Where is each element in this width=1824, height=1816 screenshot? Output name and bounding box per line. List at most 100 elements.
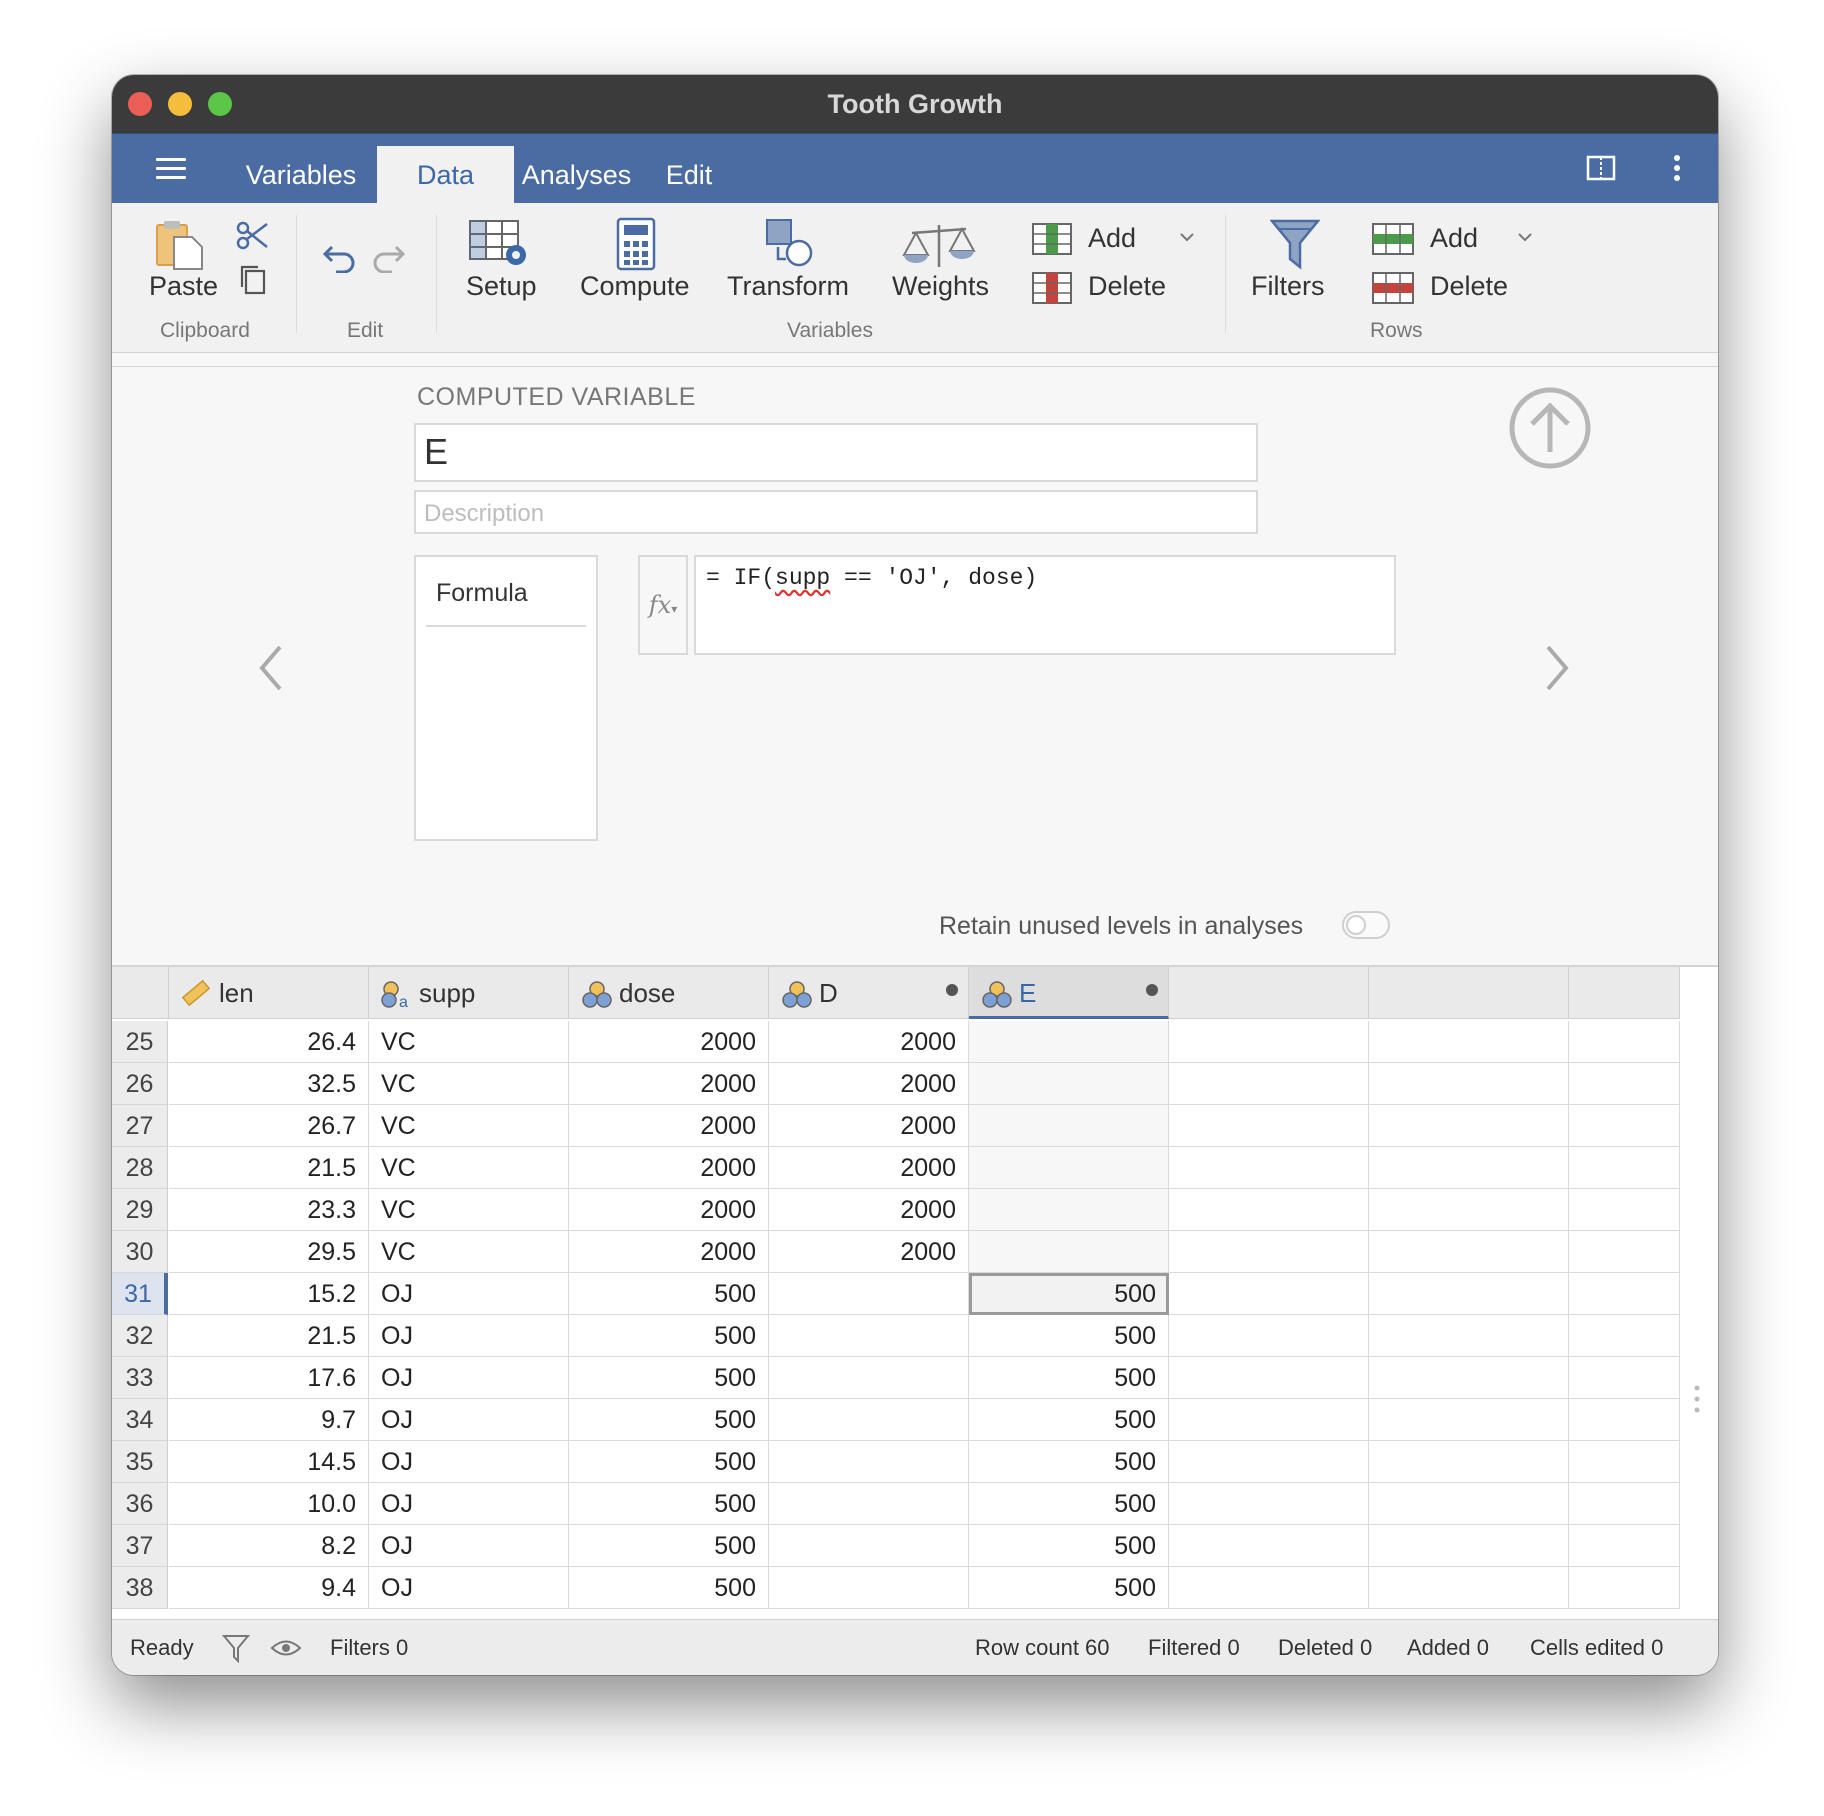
row-number[interactable]: 26 <box>112 1063 168 1105</box>
cell-empty[interactable] <box>1169 1567 1369 1609</box>
cell-supp[interactable]: OJ <box>369 1525 569 1567</box>
row-number[interactable]: 38 <box>112 1567 168 1609</box>
cell-e[interactable]: 500 <box>969 1483 1169 1525</box>
copy-icon[interactable] <box>237 263 269 297</box>
cell-len[interactable]: 21.5 <box>169 1315 369 1357</box>
column-header-e[interactable]: E <box>969 967 1169 1019</box>
cell-len[interactable]: 17.6 <box>169 1357 369 1399</box>
cell-d[interactable] <box>769 1567 969 1609</box>
cell-e[interactable]: 500 <box>969 1567 1169 1609</box>
chevron-down-icon[interactable] <box>1516 231 1534 243</box>
cell-empty[interactable] <box>1169 1525 1369 1567</box>
cell-supp[interactable]: VC <box>369 1189 569 1231</box>
function-picker-button[interactable]: fx▾ <box>638 555 688 655</box>
undo-icon[interactable] <box>322 239 358 273</box>
chevron-down-icon[interactable] <box>1178 231 1196 243</box>
cell-e[interactable]: 500 <box>969 1357 1169 1399</box>
cell-e[interactable]: 500 <box>969 1399 1169 1441</box>
cell-supp[interactable]: OJ <box>369 1441 569 1483</box>
cell-len[interactable]: 23.3 <box>169 1189 369 1231</box>
cell-e[interactable]: 500 <box>969 1315 1169 1357</box>
row-number[interactable]: 32 <box>112 1315 168 1357</box>
cell-len[interactable]: 26.7 <box>169 1105 369 1147</box>
cell-empty[interactable] <box>1369 1189 1569 1231</box>
cell-e[interactable] <box>969 1231 1169 1273</box>
cell-dose[interactable]: 2000 <box>569 1147 769 1189</box>
cell-e[interactable]: 500 <box>969 1441 1169 1483</box>
cell-d[interactable] <box>769 1525 969 1567</box>
cell-d[interactable] <box>769 1357 969 1399</box>
cell-dose[interactable]: 500 <box>569 1525 769 1567</box>
cell-d[interactable]: 2000 <box>769 1189 969 1231</box>
cell-dose[interactable]: 2000 <box>569 1189 769 1231</box>
close-window-button[interactable] <box>128 92 152 116</box>
cell-len[interactable]: 26.4 <box>169 1021 369 1063</box>
cell-empty[interactable] <box>1169 1315 1369 1357</box>
cell-dose[interactable]: 500 <box>569 1399 769 1441</box>
cell-len[interactable]: 21.5 <box>169 1147 369 1189</box>
cell-len[interactable]: 9.4 <box>169 1567 369 1609</box>
column-header-supp[interactable]: a supp <box>369 967 569 1019</box>
filter-icon[interactable] <box>222 1633 250 1663</box>
cell-empty[interactable] <box>1569 1315 1680 1357</box>
cell-empty[interactable] <box>1569 1441 1680 1483</box>
column-header-d[interactable]: D <box>769 967 969 1019</box>
minimize-window-button[interactable] <box>168 92 192 116</box>
redo-icon[interactable] <box>370 239 406 273</box>
cell-supp[interactable]: VC <box>369 1063 569 1105</box>
cell-dose[interactable]: 500 <box>569 1273 769 1315</box>
cell-supp[interactable]: OJ <box>369 1483 569 1525</box>
cell-empty[interactable] <box>1169 1189 1369 1231</box>
cell-dose[interactable]: 2000 <box>569 1105 769 1147</box>
cell-d[interactable] <box>769 1441 969 1483</box>
cell-empty[interactable] <box>1169 1105 1369 1147</box>
row-number[interactable]: 34 <box>112 1399 168 1441</box>
cell-len[interactable]: 32.5 <box>169 1063 369 1105</box>
cell-empty[interactable] <box>1569 1231 1680 1273</box>
cell-dose[interactable]: 2000 <box>569 1231 769 1273</box>
cell-dose[interactable]: 2000 <box>569 1021 769 1063</box>
row-number[interactable]: 27 <box>112 1105 168 1147</box>
cell-empty[interactable] <box>1169 1063 1369 1105</box>
cell-d[interactable]: 2000 <box>769 1147 969 1189</box>
cell-empty[interactable] <box>1569 1189 1680 1231</box>
cell-len[interactable]: 10.0 <box>169 1483 369 1525</box>
column-header-empty[interactable] <box>1169 967 1369 1019</box>
cell-empty[interactable] <box>1369 1147 1569 1189</box>
cell-empty[interactable] <box>1369 1483 1569 1525</box>
scissors-icon[interactable] <box>235 219 271 253</box>
cell-e[interactable] <box>969 1147 1169 1189</box>
tab-edit[interactable]: Edit <box>639 146 739 204</box>
eye-icon[interactable] <box>270 1637 302 1659</box>
description-input[interactable]: Description <box>414 490 1258 534</box>
cell-e[interactable] <box>969 1021 1169 1063</box>
column-header-dose[interactable]: dose <box>569 967 769 1019</box>
cell-e[interactable]: 500 <box>969 1525 1169 1567</box>
cell-empty[interactable] <box>1369 1441 1569 1483</box>
cell-supp[interactable]: VC <box>369 1147 569 1189</box>
column-header-empty[interactable] <box>1369 967 1569 1019</box>
cell-empty[interactable] <box>1169 1231 1369 1273</box>
cell-supp[interactable]: VC <box>369 1021 569 1063</box>
cell-empty[interactable] <box>1569 1399 1680 1441</box>
cell-dose[interactable]: 500 <box>569 1567 769 1609</box>
cell-e[interactable] <box>969 1105 1169 1147</box>
cell-supp[interactable]: VC <box>369 1105 569 1147</box>
cell-empty[interactable] <box>1169 1021 1369 1063</box>
column-header-empty[interactable] <box>1569 967 1680 1019</box>
cell-d[interactable] <box>769 1483 969 1525</box>
cell-len[interactable]: 29.5 <box>169 1231 369 1273</box>
cell-empty[interactable] <box>1369 1525 1569 1567</box>
cell-empty[interactable] <box>1369 1567 1569 1609</box>
cell-d[interactable]: 2000 <box>769 1231 969 1273</box>
cell-dose[interactable]: 500 <box>569 1441 769 1483</box>
cell-empty[interactable] <box>1569 1105 1680 1147</box>
cell-e[interactable] <box>969 1189 1169 1231</box>
cell-empty[interactable] <box>1569 1357 1680 1399</box>
row-number[interactable]: 36 <box>112 1483 168 1525</box>
cell-supp[interactable]: OJ <box>369 1399 569 1441</box>
more-options-icon[interactable] <box>1672 154 1682 189</box>
cell-e[interactable]: 500 <box>969 1273 1169 1315</box>
cell-empty[interactable] <box>1369 1021 1569 1063</box>
cell-empty[interactable] <box>1369 1315 1569 1357</box>
